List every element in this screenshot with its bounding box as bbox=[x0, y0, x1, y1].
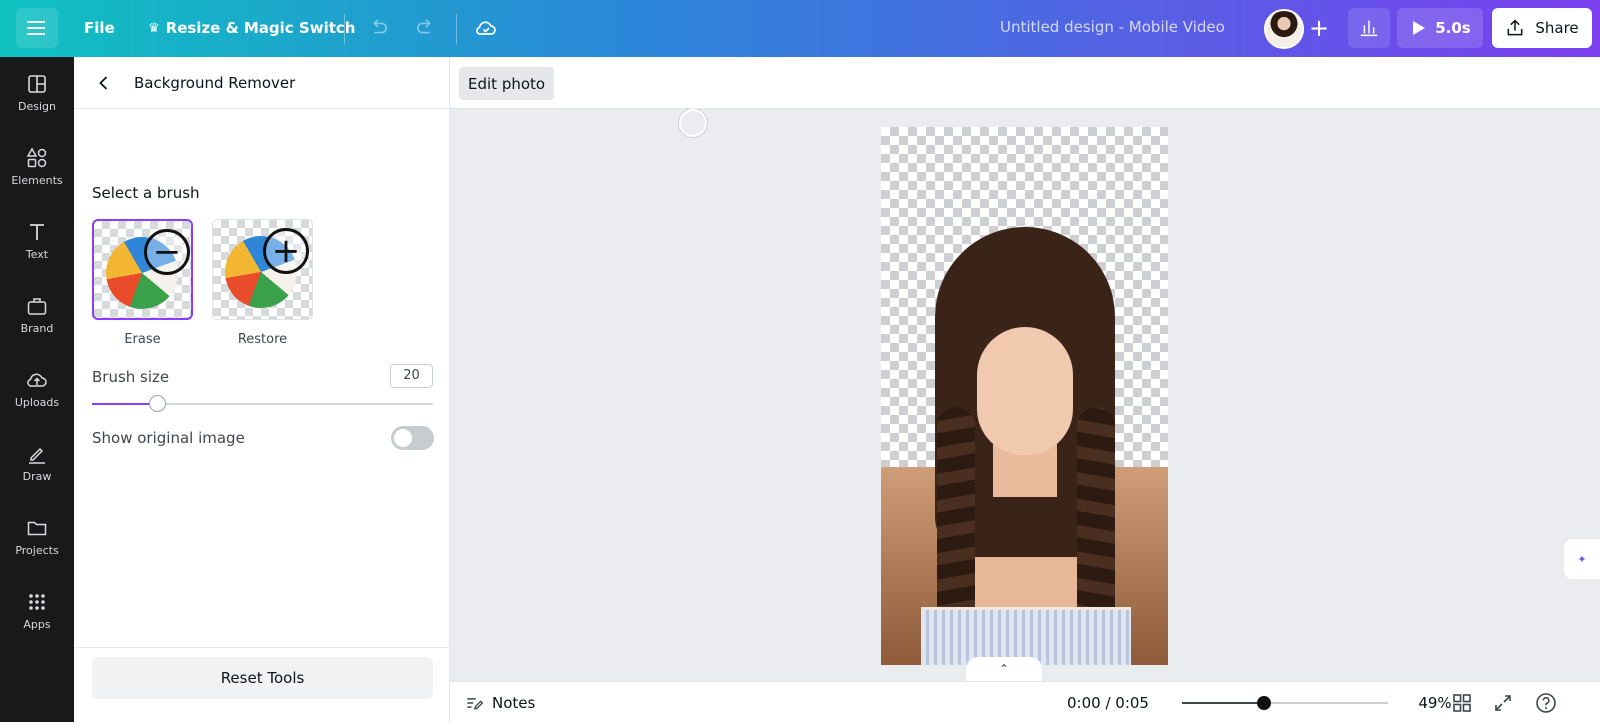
edit-photo-button[interactable]: Edit photo bbox=[459, 67, 555, 100]
pen-icon bbox=[29, 447, 45, 464]
avatar[interactable] bbox=[1264, 9, 1304, 49]
rail-label: Projects bbox=[15, 543, 59, 557]
brush-size-input[interactable]: 20 bbox=[390, 364, 433, 388]
photo-subject-face bbox=[977, 327, 1073, 455]
shapes-icon bbox=[26, 146, 47, 167]
rail-label: Brand bbox=[20, 321, 54, 335]
zoom-slider-fill bbox=[1182, 702, 1265, 704]
divider bbox=[344, 14, 345, 44]
back-button[interactable] bbox=[90, 69, 118, 97]
file-menu-button[interactable]: File bbox=[78, 8, 121, 48]
crown-icon: ♛ bbox=[148, 20, 160, 36]
rail-item-design[interactable]: Design bbox=[0, 61, 74, 123]
upload-icon bbox=[1507, 19, 1523, 36]
zoom-slider[interactable] bbox=[1182, 696, 1388, 710]
redo-icon bbox=[416, 19, 431, 34]
undo-button[interactable] bbox=[360, 10, 396, 46]
rail-item-elements[interactable]: Elements bbox=[0, 135, 74, 197]
minus-icon: − bbox=[144, 229, 190, 275]
rail-item-draw[interactable]: Draw bbox=[0, 431, 74, 493]
brush-cursor-icon bbox=[679, 109, 707, 137]
undo-icon bbox=[373, 19, 388, 34]
share-label: Share bbox=[1535, 19, 1579, 37]
timecode: 0:00 / 0:05 bbox=[1067, 694, 1149, 712]
grid-view-button[interactable] bbox=[1450, 691, 1474, 715]
add-collaborator-button[interactable]: + bbox=[1302, 10, 1336, 46]
zoom-level[interactable]: 49% bbox=[1417, 694, 1453, 712]
layout-icon bbox=[28, 74, 46, 93]
grid-view-icon bbox=[1453, 694, 1471, 712]
brush-size-slider-thumb[interactable] bbox=[148, 395, 166, 412]
rail-label: Elements bbox=[11, 173, 63, 187]
reset-tools-button[interactable]: Reset Tools bbox=[92, 657, 433, 699]
rail-item-text[interactable]: Text bbox=[0, 209, 74, 271]
notes-icon bbox=[467, 698, 484, 710]
brush-size-slider-fill bbox=[92, 403, 157, 405]
context-toolbar: Edit photo bbox=[450, 57, 1600, 109]
redo-button[interactable] bbox=[408, 10, 444, 46]
notes-label: Notes bbox=[492, 694, 536, 712]
brush-size-label: Brush size bbox=[92, 368, 170, 386]
left-rail: Design Elements Text Brand Uploads Draw … bbox=[0, 57, 74, 722]
menu-icon bbox=[27, 21, 45, 35]
play-duration: 5.0s bbox=[1435, 19, 1471, 37]
rail-item-uploads[interactable]: Uploads bbox=[0, 357, 74, 419]
help-button[interactable] bbox=[1534, 691, 1558, 715]
bottom-bar: Notes 0:00 / 0:05 49% bbox=[450, 681, 1600, 722]
panel-header: Background Remover bbox=[74, 57, 450, 109]
grid-icon bbox=[29, 593, 45, 610]
folder-icon bbox=[27, 521, 47, 535]
design-page[interactable] bbox=[881, 127, 1168, 665]
panel-title: Background Remover bbox=[134, 74, 296, 92]
rail-item-brand[interactable]: Brand bbox=[0, 283, 74, 345]
background-remover-panel: Background Remover Select a brush − Eras… bbox=[74, 57, 450, 722]
plus-icon: + bbox=[1308, 14, 1330, 42]
zoom-slider-thumb[interactable] bbox=[1257, 696, 1272, 710]
cloud-upload-icon bbox=[27, 373, 47, 387]
top-bar: File ♛ Resize & Magic Switch Untitled de… bbox=[0, 0, 1600, 57]
resize-label: Resize & Magic Switch bbox=[165, 19, 356, 37]
brush-size-slider[interactable] bbox=[92, 395, 433, 412]
insights-button[interactable] bbox=[1348, 8, 1390, 48]
divider bbox=[456, 14, 457, 44]
rail-label: Design bbox=[18, 99, 56, 113]
resize-magic-switch-button[interactable]: ♛ Resize & Magic Switch bbox=[142, 8, 361, 48]
restore-brush-option[interactable]: + bbox=[212, 219, 313, 320]
save-status-button[interactable] bbox=[468, 10, 504, 46]
show-original-toggle[interactable] bbox=[391, 426, 434, 450]
text-icon bbox=[30, 223, 44, 240]
expand-icon bbox=[1495, 695, 1511, 711]
restore-label: Restore bbox=[237, 332, 288, 347]
erase-brush-option[interactable]: − bbox=[92, 219, 193, 320]
plus-icon: + bbox=[263, 228, 309, 274]
select-brush-label: Select a brush bbox=[92, 184, 200, 202]
fullscreen-button[interactable] bbox=[1491, 691, 1515, 715]
rail-item-projects[interactable]: Projects bbox=[0, 505, 74, 567]
rail-label: Text bbox=[25, 247, 49, 261]
briefcase-icon bbox=[27, 297, 47, 315]
assistant-tab[interactable]: ✦ bbox=[1564, 539, 1600, 579]
cloud-icon bbox=[476, 21, 496, 35]
chevron-up-icon: ⌃ bbox=[998, 662, 1010, 676]
rail-label: Apps bbox=[23, 617, 51, 631]
help-icon bbox=[1536, 693, 1556, 713]
rail-item-apps[interactable]: Apps bbox=[0, 579, 74, 641]
sparkle-icon: ✦ bbox=[1577, 552, 1587, 566]
erase-label: Erase bbox=[124, 332, 161, 347]
rail-label: Draw bbox=[22, 469, 52, 483]
bar-chart-icon bbox=[1360, 20, 1378, 37]
toggle-knob bbox=[394, 429, 412, 447]
play-icon bbox=[1413, 21, 1426, 35]
rail-label: Uploads bbox=[14, 395, 60, 409]
panel-footer: Reset Tools bbox=[74, 647, 450, 722]
chevron-left-icon bbox=[99, 76, 108, 90]
show-original-label: Show original image bbox=[92, 429, 245, 447]
document-title[interactable]: Untitled design - Mobile Video bbox=[1000, 18, 1225, 36]
canvas-area: ⌃ ✦ bbox=[450, 109, 1600, 681]
notes-button[interactable]: Notes bbox=[464, 690, 535, 716]
play-button[interactable]: 5.0s bbox=[1397, 8, 1483, 48]
expand-timeline-handle[interactable]: ⌃ bbox=[966, 657, 1042, 681]
main-menu-button[interactable] bbox=[16, 8, 58, 48]
share-button[interactable]: Share bbox=[1492, 8, 1592, 48]
